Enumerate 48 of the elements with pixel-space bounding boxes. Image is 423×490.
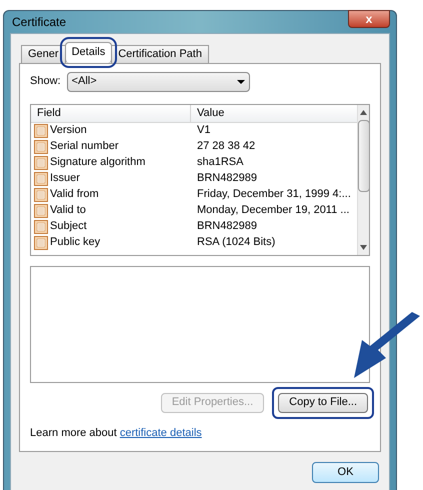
document-icon	[34, 172, 48, 186]
field-value: sha1RSA	[196, 155, 244, 170]
document-icon	[34, 236, 48, 250]
list-row[interactable]: Valid to Monday, December 19, 2011 ...	[31, 202, 357, 218]
pointer-arrow-icon	[352, 312, 422, 380]
show-label: Show:	[30, 74, 61, 90]
document-icon	[34, 156, 48, 170]
field-name: Issuer	[50, 171, 80, 186]
list-row[interactable]: Issuer BRN482989	[31, 170, 357, 186]
column-header[interactable]: Field	[31, 104, 191, 122]
field-value: BRN482989	[196, 171, 258, 186]
document-icon	[34, 140, 48, 154]
list-row[interactable]: Version V1	[31, 122, 357, 138]
list-row[interactable]: Valid from Friday, December 31, 1999 4:...	[31, 186, 357, 202]
field-name: Serial number	[50, 139, 118, 154]
document-icon	[34, 124, 48, 138]
field-name: Valid from	[50, 187, 99, 202]
scroll-down-icon[interactable]	[360, 244, 368, 250]
field-value: RSA (1024 Bits)	[196, 235, 276, 250]
list-row[interactable]: Subject BRN482989	[31, 218, 357, 234]
ok-button[interactable]: OK	[312, 462, 379, 482]
field-name: Signature algorithm	[50, 155, 146, 170]
certificate-details-link[interactable]: certificate details	[120, 424, 202, 441]
field-name: Version	[50, 123, 87, 138]
dropdown-arrow-icon	[236, 80, 245, 84]
column-header[interactable]: Value	[191, 104, 357, 122]
tab[interactable]: Certification Path	[111, 44, 209, 62]
field-value: BRN482989	[196, 219, 258, 234]
field-value: Friday, December 31, 1999 4:...	[196, 187, 352, 202]
field-name: Subject	[50, 219, 87, 234]
learn-more-text: Learn more about	[30, 426, 117, 440]
list-row[interactable]: Signature algorithm sha1RSA	[31, 154, 357, 170]
scroll-up-icon[interactable]	[360, 110, 368, 114]
list-row[interactable]: Serial number 27 28 38 42	[31, 138, 357, 154]
tab[interactable]: Gener	[21, 44, 66, 62]
field-value: 27 28 38 42	[196, 139, 256, 154]
field-name: Valid to	[50, 203, 86, 218]
document-icon	[34, 220, 48, 234]
document-icon	[34, 188, 48, 202]
field-value: Monday, December 19, 2011 ...	[196, 203, 350, 218]
window-title: Certificate	[12, 14, 66, 31]
action-button[interactable]: Copy to File...	[278, 392, 368, 412]
scrollbar[interactable]	[356, 104, 369, 254]
list-row[interactable]: Public key RSA (1024 Bits)	[31, 234, 357, 250]
field-value: V1	[196, 123, 212, 138]
show-dropdown[interactable]: <All>	[66, 72, 250, 92]
field-name: Public key	[50, 235, 100, 250]
document-icon	[34, 204, 48, 218]
